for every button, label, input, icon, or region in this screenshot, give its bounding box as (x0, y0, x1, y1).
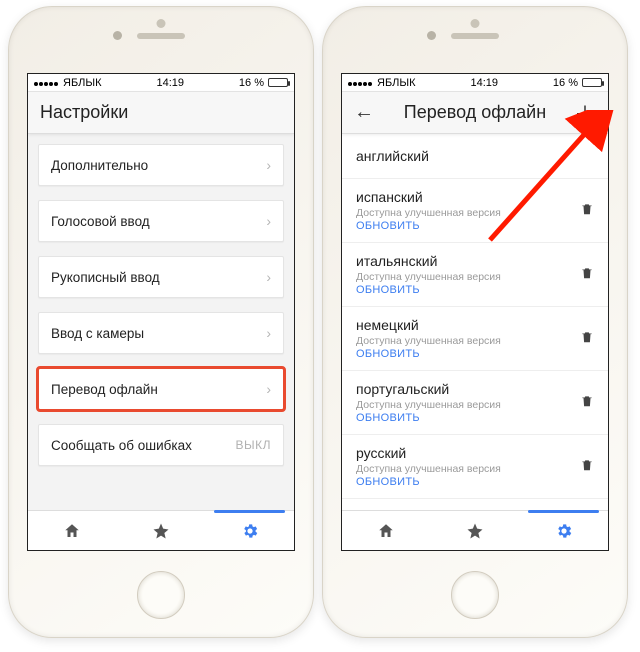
trash-icon[interactable] (580, 457, 594, 476)
update-link[interactable]: ОБНОВИТЬ (356, 284, 501, 296)
star-icon (152, 522, 170, 540)
status-bar: ЯБЛЫК 14:19 16 % (342, 74, 608, 92)
battery-pct: 16 % (239, 77, 264, 89)
settings-item-label: Рукописный ввод (51, 270, 160, 285)
nav-home[interactable] (342, 511, 431, 550)
battery-icon (582, 78, 602, 87)
trash-icon[interactable] (580, 393, 594, 412)
lang-item-spanish[interactable]: испанский Доступна улучшенная версия ОБН… (342, 179, 608, 243)
lang-name: немецкий (356, 317, 501, 333)
settings-item-voice-input[interactable]: Голосовой ввод › (38, 200, 284, 242)
status-time: 14:19 (156, 77, 184, 89)
update-link[interactable]: ОБНОВИТЬ (356, 220, 501, 232)
settings-item-label: Ввод с камеры (51, 326, 144, 341)
lang-item-german[interactable]: немецкий Доступна улучшенная версия ОБНО… (342, 307, 608, 371)
header: ← Перевод офлайн ＋ (342, 92, 608, 134)
battery-icon (268, 78, 288, 87)
nav-favorites[interactable] (117, 511, 206, 550)
status-bar: ЯБЛЫК 14:19 16 % (28, 74, 294, 92)
carrier-label: ЯБЛЫК (377, 77, 416, 89)
lang-item-italian[interactable]: итальянский Доступна улучшенная версия О… (342, 243, 608, 307)
bottom-nav (28, 510, 294, 550)
settings-item-camera-input[interactable]: Ввод с камеры › (38, 312, 284, 354)
settings-item-offline-translate[interactable]: Перевод офлайн › (38, 368, 284, 410)
back-arrow-icon[interactable]: ← (354, 101, 376, 124)
add-language-button[interactable]: ＋ (574, 97, 596, 129)
trash-icon[interactable] (580, 201, 594, 220)
signal-dots-icon (34, 77, 59, 89)
gear-icon (241, 522, 259, 540)
settings-item-label: Сообщать об ошибках (51, 438, 192, 453)
update-link[interactable]: ОБНОВИТЬ (356, 412, 501, 424)
gear-icon (555, 522, 573, 540)
lang-item-english[interactable]: английский (342, 134, 608, 179)
nav-favorites[interactable] (431, 511, 520, 550)
chevron-right-icon: › (266, 381, 271, 397)
settings-item-label: Дополнительно (51, 158, 148, 173)
phone-right: ЯБЛЫК 14:19 16 % ← Перевод офлайн ＋ англ… (322, 6, 628, 638)
signal-dots-icon (348, 77, 373, 89)
home-button[interactable] (451, 571, 499, 619)
settings-item-report-errors[interactable]: Сообщать об ошибках ВЫКЛ (38, 424, 284, 466)
settings-item-label: Голосовой ввод (51, 214, 150, 229)
star-icon (466, 522, 484, 540)
lang-item-russian[interactable]: русский Доступна улучшенная версия ОБНОВ… (342, 435, 608, 499)
phone-left: ЯБЛЫК 14:19 16 % Настройки Дополнительно… (8, 6, 314, 638)
lang-name: русский (356, 445, 501, 461)
update-link[interactable]: ОБНОВИТЬ (356, 348, 501, 360)
carrier-label: ЯБЛЫК (63, 77, 102, 89)
nav-settings[interactable] (205, 511, 294, 550)
chevron-right-icon: › (266, 213, 271, 229)
trash-icon[interactable] (580, 265, 594, 284)
language-list: английский испанский Доступна улучшенная… (342, 134, 608, 510)
home-icon (377, 522, 395, 540)
lang-name: португальский (356, 381, 501, 397)
battery-pct: 16 % (553, 77, 578, 89)
lang-name: испанский (356, 189, 501, 205)
settings-item-handwriting[interactable]: Рукописный ввод › (38, 256, 284, 298)
page-title: Перевод офлайн (376, 102, 574, 123)
toggle-status: ВЫКЛ (236, 438, 272, 452)
lang-item-portuguese[interactable]: португальский Доступна улучшенная версия… (342, 371, 608, 435)
lang-name: английский (356, 148, 429, 164)
lang-subtitle: Доступна улучшенная версия (356, 463, 501, 475)
chevron-right-icon: › (266, 269, 271, 285)
nav-home[interactable] (28, 511, 117, 550)
chevron-right-icon: › (266, 325, 271, 341)
lang-name: итальянский (356, 253, 501, 269)
bottom-nav (342, 510, 608, 550)
header: Настройки (28, 92, 294, 134)
lang-subtitle: Доступна улучшенная версия (356, 207, 501, 219)
nav-settings[interactable] (519, 511, 608, 550)
trash-icon[interactable] (580, 329, 594, 348)
update-link[interactable]: ОБНОВИТЬ (356, 476, 501, 488)
chevron-right-icon: › (266, 157, 271, 173)
settings-item-label: Перевод офлайн (51, 382, 158, 397)
lang-subtitle: Доступна улучшенная версия (356, 271, 501, 283)
home-icon (63, 522, 81, 540)
settings-item-additional[interactable]: Дополнительно › (38, 144, 284, 186)
page-title: Настройки (40, 102, 282, 123)
home-button[interactable] (137, 571, 185, 619)
lang-subtitle: Доступна улучшенная версия (356, 335, 501, 347)
lang-subtitle: Доступна улучшенная версия (356, 399, 501, 411)
settings-list: Дополнительно › Голосовой ввод › Рукопис… (28, 134, 294, 510)
status-time: 14:19 (470, 77, 498, 89)
